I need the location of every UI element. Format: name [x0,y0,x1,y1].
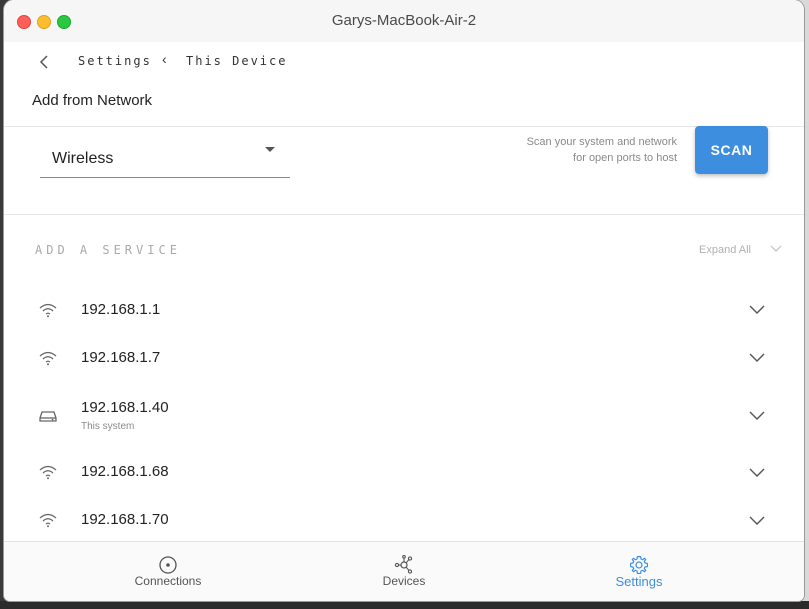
nav-connections[interactable]: Connections [108,542,228,601]
section-title: ADD A SERVICE [35,243,181,257]
service-list: 192.168.1.1 192.168.1.7 192.168.1.40 Thi… [4,285,804,541]
chevron-down-icon[interactable] [749,468,765,478]
service-ip: 192.168.1.70 [81,511,169,528]
service-ip: 192.168.1.1 [81,301,161,318]
scan-hint-line-1: Scan your system and network [526,136,677,148]
expand-all-button[interactable]: Expand All [699,244,751,256]
network-type-select[interactable]: Wireless [40,127,290,178]
service-section-header: ADD A SERVICE Expand All [4,215,804,265]
page-header: Settings ‹ This Device Add from Network [4,42,804,127]
app-window: Garys-MacBook-Air-2 Settings ‹ This Devi… [4,0,804,601]
wifi-icon [39,303,57,318]
nav-label: Devices [382,574,426,588]
nav-devices[interactable]: Devices [344,542,464,601]
devices-icon [394,555,413,574]
title-bar: Garys-MacBook-Air-2 [4,0,804,42]
service-ip: 192.168.1.40 [81,399,169,416]
wifi-icon [39,513,57,528]
service-row[interactable]: 192.168.1.40 This system [4,381,804,449]
service-row[interactable]: 192.168.1.1 [4,285,804,333]
service-row[interactable]: 192.168.1.7 [4,333,804,381]
caret-down-icon [265,147,275,152]
hard-drive-icon [39,411,57,422]
breadcrumb-settings[interactable]: Settings [78,54,152,68]
chevron-down-icon[interactable] [749,353,765,363]
connections-icon [159,556,177,574]
chevron-down-icon[interactable] [749,305,765,315]
page-title: Add from Network [32,92,153,109]
nav-settings[interactable]: Settings [579,542,699,601]
wifi-icon [39,465,57,480]
service-row[interactable]: 192.168.1.70 [4,497,804,541]
chevron-down-icon[interactable] [770,245,782,253]
scan-button[interactable]: SCAN [695,126,768,174]
chevron-down-icon[interactable] [749,411,765,421]
service-row[interactable]: 192.168.1.68 [4,449,804,497]
wifi-icon [39,351,57,366]
service-ip: 192.168.1.7 [81,349,161,366]
breadcrumb-separator: ‹ [162,51,169,67]
scan-panel: Wireless Scan your system and network fo… [4,126,804,215]
back-chevron-icon[interactable] [37,54,53,70]
nav-label: Connections [134,574,202,588]
network-type-value: Wireless [52,150,114,167]
scan-hint: Scan your system and network for open po… [527,134,677,166]
scan-hint-line-2: for open ports to host [573,152,677,164]
bottom-navigation: Connections Devices Settings [4,541,804,601]
gear-icon [629,555,649,575]
breadcrumb-this-device[interactable]: This Device [186,54,287,68]
service-ip: 192.168.1.68 [81,463,169,480]
chevron-down-icon[interactable] [749,516,765,526]
background-bottom [0,601,809,609]
window-title: Garys-MacBook-Air-2 [331,12,477,29]
service-subtitle: This system [81,421,135,432]
nav-label: Settings [615,574,663,589]
